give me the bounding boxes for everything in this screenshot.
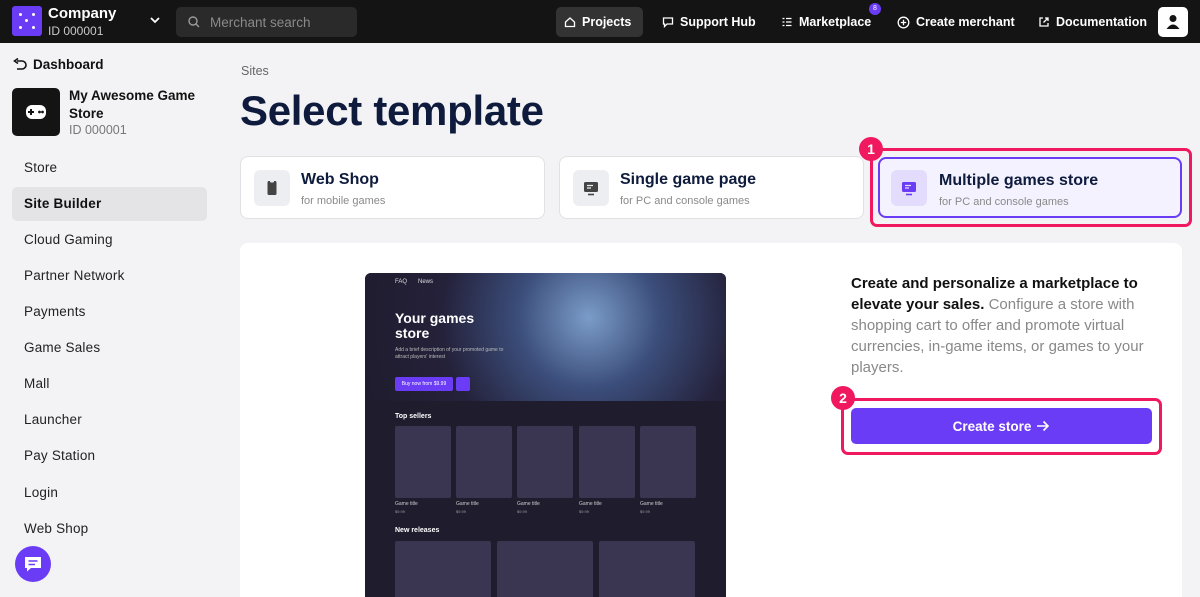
sidebar: Dashboard My Awesome Game Store ID 00000… bbox=[0, 43, 222, 597]
project-name: My Awesome Game Store bbox=[69, 88, 196, 121]
sidebar-item-payments[interactable]: Payments bbox=[12, 295, 207, 329]
template-card-web-shop[interactable]: Web Shop for mobile games bbox=[240, 156, 545, 219]
template-description: Create and personalize a marketplace to … bbox=[851, 273, 1161, 378]
nav-projects-label: Projects bbox=[582, 15, 632, 29]
sidebar-item-mall[interactable]: Mall bbox=[12, 367, 207, 401]
external-link-icon bbox=[1039, 17, 1049, 27]
template-subtitle: for mobile games bbox=[301, 195, 386, 207]
merchant-search[interactable] bbox=[176, 7, 357, 37]
chat-bubble-icon bbox=[662, 17, 674, 28]
breadcrumb[interactable]: Sites bbox=[241, 64, 269, 78]
project-id: ID 000001 bbox=[69, 123, 127, 137]
preview-game-tile bbox=[456, 426, 512, 498]
nav-marketplace-button[interactable]: Marketplace bbox=[773, 7, 879, 37]
template-card-single-game-page[interactable]: Single game page for PC and console game… bbox=[559, 156, 864, 219]
page-title: Select template bbox=[240, 87, 544, 134]
sidebar-item-store[interactable]: Store bbox=[12, 151, 207, 185]
company-id: ID 000001 bbox=[48, 24, 104, 38]
preview-game-title: Game title bbox=[456, 501, 479, 507]
company-name[interactable]: Company bbox=[48, 5, 116, 22]
preview-nav-news: News bbox=[418, 279, 434, 285]
nav-support-hub-button[interactable]: Support Hub bbox=[654, 7, 764, 37]
preview-title: Your games store bbox=[395, 310, 475, 341]
preview-new-releases: New releases bbox=[395, 527, 440, 534]
back-label: Dashboard bbox=[33, 57, 104, 72]
nav-create-merchant-label: Create merchant bbox=[916, 15, 1015, 29]
preview-game-title: Game title bbox=[579, 501, 602, 507]
preview-game-title: Game title bbox=[640, 501, 663, 507]
preview-cart-icon bbox=[456, 377, 470, 391]
plus-circle-icon bbox=[897, 16, 910, 28]
template-icon-tile bbox=[254, 170, 290, 206]
preview-game-tile bbox=[640, 426, 696, 498]
nav-documentation-label: Documentation bbox=[1056, 15, 1147, 29]
chat-icon bbox=[25, 557, 41, 572]
phone-icon bbox=[267, 180, 277, 195]
nav-create-merchant-button[interactable]: Create merchant bbox=[889, 7, 1023, 37]
sidebar-item-launcher[interactable]: Launcher bbox=[12, 403, 207, 437]
sidebar-item-pay-station[interactable]: Pay Station bbox=[12, 439, 207, 473]
preview-game-price: $9.99 bbox=[395, 509, 406, 514]
support-chat-button[interactable] bbox=[15, 546, 51, 582]
preview-release-tile bbox=[497, 541, 593, 597]
preview-game-title: Game title bbox=[517, 501, 540, 507]
preview-nav-faq: FAQ bbox=[395, 279, 408, 285]
user-icon bbox=[1166, 15, 1180, 29]
preview-top-sellers: Top sellers bbox=[395, 413, 432, 420]
nav-support-hub-label: Support Hub bbox=[680, 15, 756, 29]
company-logo-icon[interactable] bbox=[12, 6, 42, 36]
preview-game-tile bbox=[579, 426, 635, 498]
template-subtitle: for PC and console games bbox=[620, 195, 750, 207]
back-to-dashboard-link[interactable]: Dashboard bbox=[12, 57, 104, 72]
template-icon-tile bbox=[573, 170, 609, 206]
monitor-icon bbox=[584, 182, 598, 196]
list-icon bbox=[782, 17, 792, 27]
nav-projects-button[interactable]: Projects bbox=[556, 7, 643, 37]
step-marker-1: 1 bbox=[859, 137, 883, 161]
preview-game-title: Game title bbox=[395, 501, 418, 507]
preview-buy-button: Buy now from $9.99 bbox=[395, 377, 453, 391]
preview-game-price: $9.99 bbox=[640, 509, 651, 514]
preview-game-tile bbox=[395, 426, 451, 498]
preview-description: Add a brief description of your promoted… bbox=[395, 347, 504, 360]
template-title: Single game page bbox=[620, 171, 757, 188]
highlight-create-store bbox=[841, 398, 1162, 455]
template-preview-image: FAQ News Your games store Add a brief de… bbox=[365, 273, 726, 597]
nav-documentation-button[interactable]: Documentation bbox=[1030, 7, 1155, 37]
home-icon bbox=[564, 17, 576, 28]
preview-game-tile bbox=[517, 426, 573, 498]
sidebar-item-cloud-gaming[interactable]: Cloud Gaming bbox=[12, 223, 207, 257]
top-bar: Company ID 000001 Projects Support Hub M… bbox=[0, 0, 1200, 43]
template-title: Web Shop bbox=[301, 171, 379, 188]
preview-release-tile bbox=[395, 541, 491, 597]
chevron-down-icon[interactable] bbox=[149, 14, 161, 26]
search-icon bbox=[188, 16, 200, 28]
sidebar-item-partner-network[interactable]: Partner Network bbox=[12, 259, 207, 293]
preview-game-price: $9.99 bbox=[579, 509, 590, 514]
highlight-template-selection bbox=[870, 148, 1192, 227]
undo-arrow-icon bbox=[13, 57, 27, 70]
nav-marketplace-label: Marketplace bbox=[799, 15, 872, 29]
preview-game-price: $9.99 bbox=[517, 509, 528, 514]
preview-release-tile bbox=[599, 541, 695, 597]
sidebar-item-game-sales[interactable]: Game Sales bbox=[12, 331, 207, 365]
sidebar-item-login[interactable]: Login bbox=[12, 476, 207, 510]
gamepad-icon bbox=[26, 105, 46, 119]
sidebar-item-site-builder[interactable]: Site Builder bbox=[12, 187, 207, 221]
project-avatar bbox=[12, 88, 60, 136]
sidebar-item-web-shop[interactable]: Web Shop bbox=[12, 512, 207, 546]
user-avatar-button[interactable] bbox=[1158, 7, 1188, 37]
step-marker-2: 2 bbox=[831, 386, 855, 410]
search-input[interactable] bbox=[210, 7, 350, 37]
preview-game-price: $9.99 bbox=[456, 509, 467, 514]
marketplace-badge: 8 bbox=[869, 3, 881, 15]
